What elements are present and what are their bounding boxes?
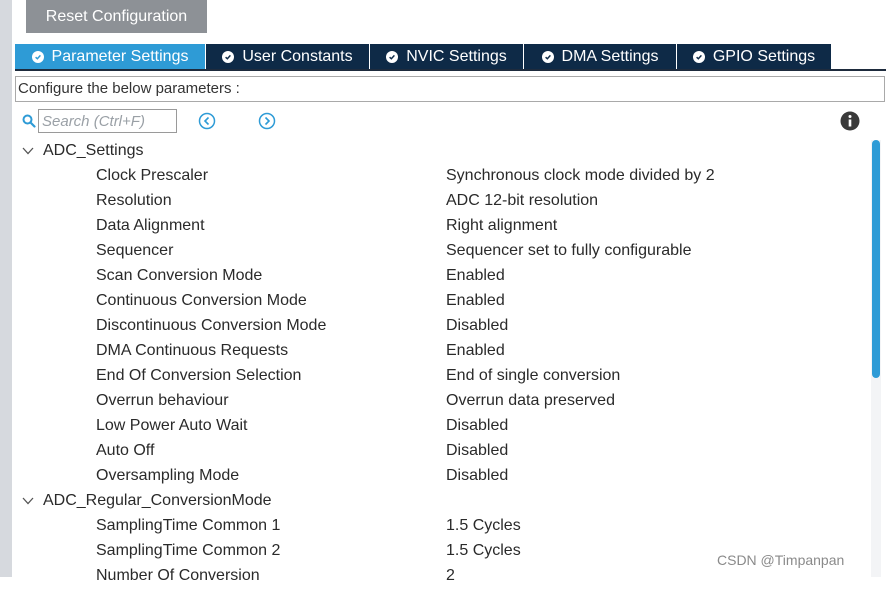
- tab-label: GPIO Settings: [712, 47, 816, 65]
- group-label: ADC_Regular_ConversionMode: [43, 492, 272, 509]
- param-name: Scan Conversion Mode: [96, 267, 263, 284]
- tab-user-constants[interactable]: User Constants: [206, 44, 370, 69]
- param-row[interactable]: Auto Off Disabled: [0, 439, 870, 464]
- group-adc-regular-conversion-mode[interactable]: ADC_Regular_ConversionMode: [0, 489, 870, 514]
- param-row[interactable]: DMA Continuous Requests Enabled: [0, 339, 870, 364]
- tab-parameter-settings[interactable]: Parameter Settings: [15, 44, 206, 69]
- group-label: ADC_Settings: [43, 142, 144, 159]
- watermark: CSDN @Timpanpan: [717, 552, 845, 568]
- param-name: Sequencer: [96, 242, 174, 259]
- param-value[interactable]: Enabled: [446, 292, 505, 310]
- param-value[interactable]: Disabled: [446, 442, 508, 460]
- param-row[interactable]: End Of Conversion Selection End of singl…: [0, 364, 870, 389]
- param-name: Continuous Conversion Mode: [96, 292, 307, 309]
- search-bar: [20, 108, 870, 134]
- info-icon[interactable]: [840, 111, 860, 131]
- param-row[interactable]: Sequencer Sequencer set to fully configu…: [0, 239, 870, 264]
- tab-label: Parameter Settings: [51, 47, 189, 65]
- param-name: SamplingTime Common 2: [96, 542, 281, 559]
- param-value[interactable]: Sequencer set to fully configurable: [446, 242, 691, 260]
- param-name: DMA Continuous Requests: [96, 342, 289, 359]
- param-name: SamplingTime Common 1: [96, 517, 281, 534]
- reset-configuration-button[interactable]: Reset Configuration: [26, 0, 207, 33]
- param-row[interactable]: Low Power Auto Wait Disabled: [0, 414, 870, 439]
- check-circle-icon: [222, 50, 235, 63]
- param-value[interactable]: 2: [446, 567, 455, 585]
- tab-gpio-settings[interactable]: GPIO Settings: [677, 44, 832, 69]
- param-value[interactable]: Synchronous clock mode divided by 2: [446, 167, 715, 185]
- next-result-icon[interactable]: [258, 112, 276, 130]
- param-name: Clock Prescaler: [96, 167, 209, 184]
- previous-result-icon[interactable]: [198, 112, 216, 130]
- param-row[interactable]: Oversampling Mode Disabled: [0, 464, 870, 489]
- param-value[interactable]: 1.5 Cycles: [446, 542, 521, 560]
- param-value[interactable]: ADC 12-bit resolution: [446, 192, 598, 210]
- param-value[interactable]: End of single conversion: [446, 367, 620, 385]
- param-value[interactable]: Disabled: [446, 317, 508, 335]
- param-row[interactable]: Overrun behaviour Overrun data preserved: [0, 389, 870, 414]
- vertical-scrollbar[interactable]: [871, 140, 881, 577]
- check-circle-icon: [541, 50, 554, 63]
- param-value[interactable]: Disabled: [446, 467, 508, 485]
- param-row[interactable]: Resolution ADC 12-bit resolution: [0, 189, 870, 214]
- tab-label: User Constants: [242, 47, 353, 65]
- param-row[interactable]: Data Alignment Right alignment: [0, 214, 870, 239]
- param-row[interactable]: Scan Conversion Mode Enabled: [0, 264, 870, 289]
- check-circle-icon: [386, 50, 399, 63]
- chevron-down-icon[interactable]: [22, 147, 34, 155]
- tab-label: DMA Settings: [561, 47, 659, 65]
- check-circle-icon: [692, 50, 705, 63]
- param-name: Auto Off: [96, 442, 155, 459]
- param-value[interactable]: Right alignment: [446, 217, 557, 235]
- param-name: Low Power Auto Wait: [96, 417, 248, 434]
- check-circle-icon: [31, 50, 44, 63]
- configure-caption: Configure the below parameters :: [15, 76, 885, 102]
- param-value[interactable]: Overrun data preserved: [446, 392, 615, 410]
- param-name: Discontinuous Conversion Mode: [96, 317, 327, 334]
- param-value[interactable]: Disabled: [446, 417, 508, 435]
- param-row[interactable]: Clock Prescaler Synchronous clock mode d…: [0, 164, 870, 189]
- param-name: Data Alignment: [96, 217, 205, 234]
- param-name: Oversampling Mode: [96, 467, 240, 484]
- group-adc-settings[interactable]: ADC_Settings: [0, 139, 870, 164]
- param-name: Number Of Conversion: [96, 567, 260, 584]
- param-row[interactable]: Discontinuous Conversion Mode Disabled: [0, 314, 870, 339]
- tab-label: NVIC Settings: [406, 47, 507, 65]
- search-icon: [22, 114, 36, 128]
- param-value[interactable]: Enabled: [446, 267, 505, 285]
- param-value[interactable]: 1.5 Cycles: [446, 517, 521, 535]
- param-name: End Of Conversion Selection: [96, 367, 302, 384]
- param-name: Overrun behaviour: [96, 392, 229, 409]
- search-input[interactable]: [38, 109, 177, 133]
- param-row[interactable]: SamplingTime Common 1 1.5 Cycles: [0, 514, 870, 539]
- parameter-tree: ADC_Settings Clock Prescaler Synchronous…: [0, 139, 870, 589]
- tab-nvic-settings[interactable]: NVIC Settings: [370, 44, 524, 69]
- tab-bar: Parameter Settings User Constants NVIC S…: [15, 44, 886, 71]
- scrollbar-thumb[interactable]: [872, 140, 880, 378]
- chevron-down-icon[interactable]: [22, 497, 34, 505]
- param-name: Resolution: [96, 192, 172, 209]
- param-row[interactable]: Continuous Conversion Mode Enabled: [0, 289, 870, 314]
- tab-dma-settings[interactable]: DMA Settings: [524, 44, 677, 69]
- param-value[interactable]: Enabled: [446, 342, 505, 360]
